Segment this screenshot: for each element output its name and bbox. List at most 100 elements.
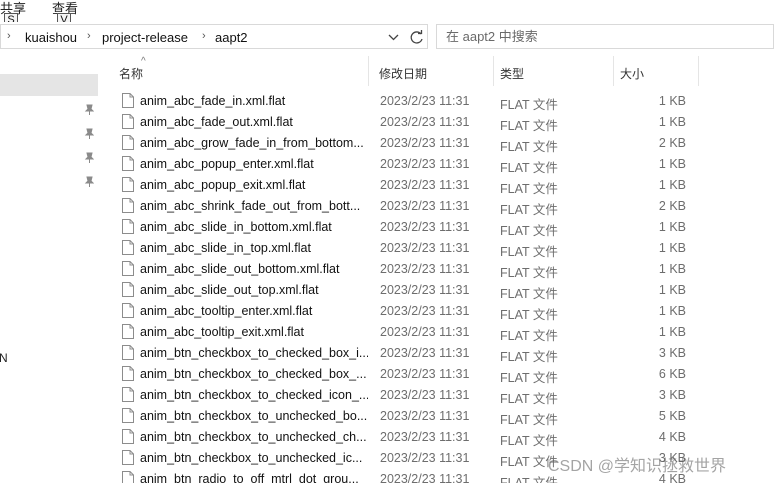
file-row[interactable]: anim_btn_checkbox_to_checked_box_... 2023… <box>100 363 774 385</box>
column-header-type[interactable]: 类型 <box>494 56 614 86</box>
file-icon <box>122 450 134 465</box>
file-row[interactable]: anim_btn_checkbox_to_checked_icon_... 202… <box>100 384 774 406</box>
file-icon <box>122 366 134 381</box>
nav-selected-item[interactable] <box>0 74 98 96</box>
address-history-button[interactable] <box>381 24 406 49</box>
file-name[interactable]: anim_abc_popup_enter.xml.flat <box>140 157 368 171</box>
file-name[interactable]: anim_abc_fade_out.xml.flat <box>140 115 368 129</box>
file-name[interactable]: anim_btn_checkbox_to_checked_box_i... <box>140 346 368 360</box>
column-header-size[interactable]: 大小 <box>614 56 699 86</box>
file-row[interactable]: anim_abc_shrink_fade_out_from_bott... 202… <box>100 195 774 217</box>
file-row[interactable]: anim_abc_popup_enter.xml.flat 2023/2/23 1… <box>100 153 774 175</box>
chevron-right-icon[interactable]: › <box>7 30 11 42</box>
file-icon <box>122 471 134 483</box>
file-row[interactable]: anim_abc_popup_exit.xml.flat 2023/2/23 11… <box>100 174 774 196</box>
pin-icon[interactable] <box>84 128 94 140</box>
file-icon <box>122 177 134 192</box>
search-box[interactable] <box>436 24 774 49</box>
file-name[interactable]: anim_abc_tooltip_exit.xml.flat <box>140 325 368 339</box>
file-icon <box>122 135 134 150</box>
file-size: 1 KB <box>658 94 686 108</box>
file-row[interactable]: anim_abc_slide_out_bottom.xml.flat 2023/2… <box>100 258 774 280</box>
file-modified: 2023/2/23 11:31 <box>380 262 470 276</box>
file-row[interactable]: anim_btn_checkbox_to_unchecked_ch... 2023… <box>100 426 774 448</box>
pin-icon[interactable] <box>84 176 94 188</box>
file-row[interactable]: anim_abc_grow_fade_in_from_bottom... 2023… <box>100 132 774 154</box>
file-size: 1 KB <box>658 178 686 192</box>
chevron-right-icon[interactable]: › <box>202 30 206 42</box>
file-row[interactable]: anim_abc_tooltip_enter.xml.flat 2023/2/23… <box>100 300 774 322</box>
file-list: anim_abc_fade_in.xml.flat 2023/2/23 11:31… <box>100 90 774 483</box>
file-row[interactable]: anim_abc_tooltip_exit.xml.flat 2023/2/23 … <box>100 321 774 343</box>
file-size: 4 KB <box>658 430 686 444</box>
search-input[interactable] <box>446 28 746 45</box>
file-name[interactable]: anim_abc_slide_in_bottom.xml.flat <box>140 220 368 234</box>
file-modified: 2023/2/23 11:31 <box>380 388 470 402</box>
pin-icon[interactable] <box>84 104 94 116</box>
nav-item-label[interactable]: N <box>0 351 8 365</box>
file-modified: 2023/2/23 11:31 <box>380 94 470 108</box>
file-icon <box>122 219 134 234</box>
file-name[interactable]: anim_abc_slide_in_top.xml.flat <box>140 241 368 255</box>
file-name[interactable]: anim_abc_slide_out_bottom.xml.flat <box>140 262 368 276</box>
file-name[interactable]: anim_abc_slide_out_top.xml.flat <box>140 283 368 297</box>
refresh-icon <box>410 30 423 44</box>
file-row[interactable]: anim_abc_slide_in_top.xml.flat 2023/2/23 … <box>100 237 774 259</box>
file-modified: 2023/2/23 11:31 <box>380 157 470 171</box>
file-icon <box>122 345 134 360</box>
column-header-row: 名称 修改日期 类型 大小 <box>100 56 774 86</box>
address-bar[interactable]: › kuaishou › project-release › aapt2 <box>0 24 406 49</box>
file-icon <box>122 261 134 276</box>
file-icon <box>122 156 134 171</box>
file-row[interactable]: anim_abc_fade_out.xml.flat 2023/2/23 11:3… <box>100 111 774 133</box>
file-modified: 2023/2/23 11:31 <box>380 430 470 444</box>
pin-icon[interactable] <box>84 152 94 164</box>
file-modified: 2023/2/23 11:31 <box>380 220 470 234</box>
file-size: 6 KB <box>658 367 686 381</box>
file-icon <box>122 282 134 297</box>
breadcrumb-project-release[interactable]: project-release <box>102 30 188 45</box>
file-modified: 2023/2/23 11:31 <box>380 472 470 483</box>
file-icon <box>122 114 134 129</box>
file-name[interactable]: anim_abc_shrink_fade_out_from_bott... <box>140 199 368 213</box>
column-header-modified[interactable]: 修改日期 <box>369 56 494 86</box>
file-modified: 2023/2/23 11:31 <box>380 304 470 318</box>
file-name[interactable]: anim_btn_checkbox_to_checked_box_... <box>140 367 368 381</box>
file-row[interactable]: anim_abc_slide_out_top.xml.flat 2023/2/23… <box>100 279 774 301</box>
file-modified: 2023/2/23 11:31 <box>380 178 470 192</box>
column-header-name[interactable]: 名称 <box>100 56 369 86</box>
file-size: 1 KB <box>658 262 686 276</box>
file-name[interactable]: anim_btn_checkbox_to_unchecked_ch... <box>140 430 368 444</box>
file-size: 1 KB <box>658 241 686 255</box>
file-size: 2 KB <box>658 136 686 150</box>
file-size: 3 KB <box>658 346 686 360</box>
column-header-name-label: 名称 <box>119 67 144 81</box>
file-name[interactable]: anim_btn_checkbox_to_unchecked_bo... <box>140 409 368 423</box>
file-name[interactable]: anim_btn_checkbox_to_unchecked_ic... <box>140 451 368 465</box>
file-modified: 2023/2/23 11:31 <box>380 241 470 255</box>
navigation-pane: N <box>0 56 100 483</box>
breadcrumb-kuaishou[interactable]: kuaishou <box>25 30 77 45</box>
file-row[interactable]: anim_btn_checkbox_to_checked_box_i... 202… <box>100 342 774 364</box>
file-size: 1 KB <box>658 283 686 297</box>
file-name[interactable]: anim_btn_checkbox_to_checked_icon_... <box>140 388 368 402</box>
column-header-size-label: 大小 <box>620 67 645 81</box>
file-name[interactable]: anim_abc_tooltip_enter.xml.flat <box>140 304 368 318</box>
breadcrumb-aapt2[interactable]: aapt2 <box>215 30 248 45</box>
file-row[interactable]: anim_btn_checkbox_to_unchecked_bo... 2023… <box>100 405 774 427</box>
file-name[interactable]: anim_abc_popup_exit.xml.flat <box>140 178 368 192</box>
file-icon <box>122 240 134 255</box>
file-size: 1 KB <box>658 220 686 234</box>
file-row[interactable]: anim_abc_slide_in_bottom.xml.flat 2023/2/… <box>100 216 774 238</box>
refresh-button[interactable] <box>406 24 428 49</box>
file-name[interactable]: anim_abc_fade_in.xml.flat <box>140 94 368 108</box>
file-size: 1 KB <box>658 157 686 171</box>
file-icon <box>122 408 134 423</box>
chevron-right-icon[interactable]: › <box>87 30 91 42</box>
file-modified: 2023/2/23 11:31 <box>380 451 470 465</box>
file-modified: 2023/2/23 11:31 <box>380 199 470 213</box>
file-name[interactable]: anim_btn_radio_to_off_mtrl_dot_grou... <box>140 472 368 483</box>
column-header-type-label: 类型 <box>500 67 525 81</box>
file-row[interactable]: anim_abc_fade_in.xml.flat 2023/2/23 11:31… <box>100 90 774 112</box>
file-name[interactable]: anim_abc_grow_fade_in_from_bottom... <box>140 136 368 150</box>
